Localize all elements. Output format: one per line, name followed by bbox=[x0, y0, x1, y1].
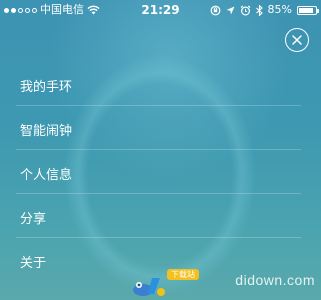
close-icon bbox=[292, 35, 302, 45]
battery-percent: 85% bbox=[267, 3, 292, 16]
watermark-site: didown.com bbox=[235, 272, 315, 288]
status-bar: 中国电信 21:29 85% bbox=[0, 0, 321, 20]
location-arrow-icon bbox=[226, 6, 235, 14]
status-right: 85% bbox=[210, 0, 319, 20]
alarm-clock-icon bbox=[240, 4, 250, 16]
watermark-badge: 下载站 bbox=[167, 269, 199, 280]
close-button[interactable] bbox=[285, 28, 309, 52]
menu-item-label: 个人信息 bbox=[20, 168, 73, 183]
rotation-lock-icon bbox=[210, 5, 220, 15]
battery-icon bbox=[297, 5, 319, 15]
bluetooth-icon bbox=[255, 4, 263, 16]
menu-item-share[interactable]: 分享 bbox=[16, 194, 301, 238]
watermark: 下载站 didown.com bbox=[0, 266, 321, 300]
menu-item-label: 我的手环 bbox=[20, 80, 73, 95]
watermark-logo-icon bbox=[133, 278, 165, 296]
menu-item-my-band[interactable]: 我的手环 bbox=[16, 62, 301, 106]
side-menu: 我的手环 智能闹钟 个人信息 分享 关于 bbox=[0, 62, 321, 282]
menu-item-label: 智能闹钟 bbox=[20, 124, 73, 139]
menu-item-smart-alarm[interactable]: 智能闹钟 bbox=[16, 106, 301, 150]
battery-level-fill bbox=[299, 7, 313, 13]
menu-item-label: 分享 bbox=[20, 212, 47, 227]
menu-item-personal-info[interactable]: 个人信息 bbox=[16, 150, 301, 194]
